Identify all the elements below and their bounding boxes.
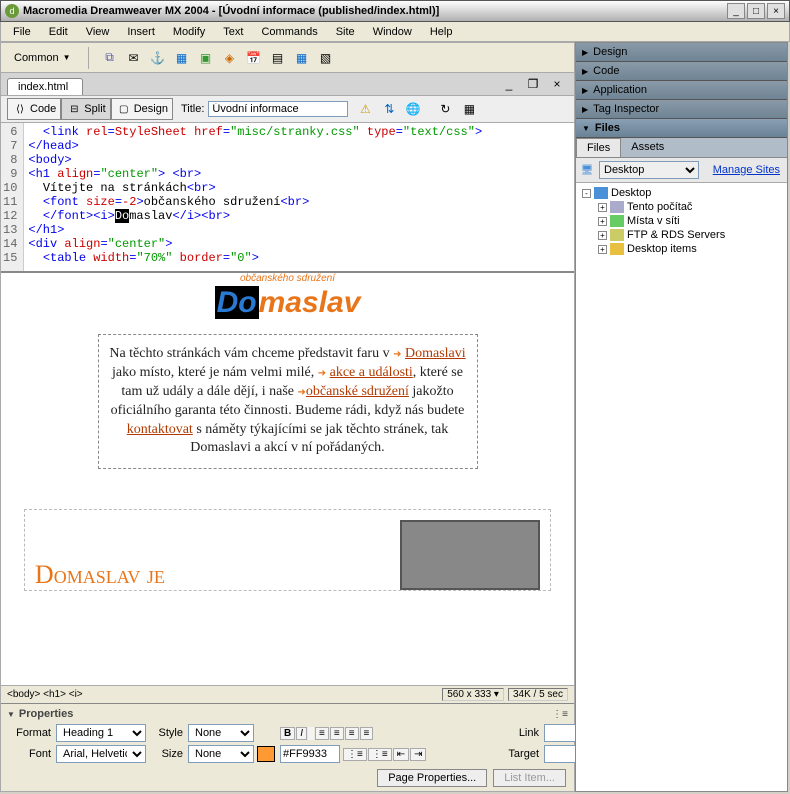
font-label: Font bbox=[7, 748, 53, 760]
panel-tag-inspector[interactable]: ▶Tag Inspector bbox=[576, 100, 787, 119]
comment-icon[interactable]: ▤ bbox=[267, 47, 289, 69]
title-label: Title: bbox=[181, 103, 204, 115]
view-options-icon[interactable]: ▦ bbox=[458, 98, 480, 120]
menu-modify[interactable]: Modify bbox=[165, 24, 213, 40]
menubar: FileEditViewInsertModifyTextCommandsSite… bbox=[0, 22, 790, 42]
link-events[interactable]: akce a události bbox=[330, 365, 413, 380]
titlebar: d Macromedia Dreamweaver MX 2004 - [Úvod… bbox=[0, 0, 790, 22]
app-icon: d bbox=[5, 4, 19, 18]
maximize-button[interactable]: □ bbox=[747, 3, 765, 19]
document-toolbar: ⟨⟩Code ⊟Split ▢Design Title: ⚠ ⇅ 🌐 ↻ ▦ bbox=[1, 95, 574, 123]
menu-file[interactable]: File bbox=[5, 24, 39, 40]
document-tab[interactable]: index.html bbox=[7, 78, 83, 95]
panel-code[interactable]: ▶Code bbox=[576, 62, 787, 81]
insert-category-dropdown[interactable]: Common▼ bbox=[7, 49, 78, 67]
panel-design[interactable]: ▶Design bbox=[576, 43, 787, 62]
list-indent-buttons[interactable]: ⋮≡⋮≡⇤⇥ bbox=[343, 748, 426, 761]
menu-help[interactable]: Help bbox=[422, 24, 461, 40]
format-label: Format bbox=[7, 727, 53, 739]
site-icon: 🖥 bbox=[579, 162, 595, 178]
menu-commands[interactable]: Commands bbox=[253, 24, 325, 40]
files-tab[interactable]: Files bbox=[576, 138, 621, 157]
menu-site[interactable]: Site bbox=[328, 24, 363, 40]
panel-application[interactable]: ▶Application bbox=[576, 81, 787, 100]
site-select[interactable]: Desktop bbox=[599, 161, 699, 179]
tag-selector[interactable]: <body> <h1> <i> bbox=[7, 689, 83, 700]
files-toolbar: 🖥 Desktop Manage Sites bbox=[576, 158, 787, 183]
menu-insert[interactable]: Insert bbox=[119, 24, 163, 40]
anchor-icon[interactable]: ⚓ bbox=[147, 47, 169, 69]
table-icon[interactable]: ▦ bbox=[171, 47, 193, 69]
link-domaslav[interactable]: Domaslavi bbox=[405, 346, 466, 361]
tree-item[interactable]: +FTP & RDS Servers bbox=[579, 228, 784, 242]
date-icon[interactable]: 📅 bbox=[243, 47, 265, 69]
panel-options-icon[interactable]: ⋮≡ bbox=[552, 709, 568, 720]
menu-edit[interactable]: Edit bbox=[41, 24, 76, 40]
status-size: 34K / 5 sec bbox=[508, 688, 568, 701]
hyperlink-icon[interactable]: ⧉ bbox=[99, 47, 121, 69]
templates-icon[interactable]: ▦ bbox=[291, 47, 313, 69]
size-select[interactable]: None bbox=[188, 745, 254, 763]
page-heading: Domaslav bbox=[1, 286, 574, 320]
link-label: Link bbox=[503, 727, 541, 739]
status-bar: <body> <h1> <i> 560 x 333 ▾ 34K / 5 sec bbox=[1, 685, 574, 703]
minimize-button[interactable]: _ bbox=[727, 3, 745, 19]
tree-item[interactable]: -Desktop bbox=[579, 186, 784, 200]
insert-toolbar: Common▼ ⧉ ✉ ⚓ ▦ ▣ ◈ 📅 ▤ ▦ ▧ bbox=[1, 43, 574, 73]
tag-chooser-icon[interactable]: ▧ bbox=[315, 47, 337, 69]
menu-window[interactable]: Window bbox=[365, 24, 420, 40]
design-pane[interactable]: občanského sdružení Domaslav Na těchto s… bbox=[1, 273, 574, 685]
tree-item[interactable]: +Tento počítač bbox=[579, 200, 784, 214]
check-browser-icon[interactable]: ⚠ bbox=[354, 98, 376, 120]
menu-view[interactable]: View bbox=[78, 24, 118, 40]
page-properties-button[interactable]: Page Properties... bbox=[377, 769, 487, 787]
manage-sites-link[interactable]: Manage Sites bbox=[713, 164, 780, 176]
color-swatch[interactable] bbox=[257, 746, 275, 762]
menu-text[interactable]: Text bbox=[215, 24, 251, 40]
file-mgmt-icon[interactable]: ⇅ bbox=[378, 98, 400, 120]
document-tabbar: index.html _ ❐ × bbox=[1, 73, 574, 95]
title-text: Macromedia Dreamweaver MX 2004 - [Úvodní… bbox=[23, 5, 727, 17]
faint-heading: Domaslav je bbox=[35, 560, 165, 590]
tree-item[interactable]: +Místa v síti bbox=[579, 214, 784, 228]
photo-placeholder bbox=[400, 520, 540, 590]
lower-section: Domaslav je bbox=[24, 509, 551, 591]
list-item-button: List Item... bbox=[493, 769, 566, 787]
media-icon[interactable]: ◈ bbox=[219, 47, 241, 69]
assets-tab[interactable]: Assets bbox=[621, 138, 674, 157]
link-association[interactable]: občanské sdružení bbox=[306, 384, 409, 399]
doc-minimize-button[interactable]: _ bbox=[498, 73, 520, 95]
link-contact[interactable]: kontaktovat bbox=[127, 422, 193, 437]
doc-restore-button[interactable]: ❐ bbox=[522, 73, 544, 95]
properties-title[interactable]: Properties bbox=[19, 708, 73, 720]
preview-icon[interactable]: 🌐 bbox=[402, 98, 424, 120]
font-select[interactable]: Arial, Helvetica bbox=[56, 745, 146, 763]
style-select[interactable]: None bbox=[188, 724, 254, 742]
file-tree[interactable]: -Desktop+Tento počítač+Místa v síti+FTP … bbox=[576, 183, 787, 791]
email-icon[interactable]: ✉ bbox=[123, 47, 145, 69]
refresh-icon[interactable]: ↻ bbox=[434, 98, 456, 120]
format-select[interactable]: Heading 1 bbox=[56, 724, 146, 742]
size-label: Size bbox=[149, 748, 185, 760]
panel-files[interactable]: ▼Files bbox=[576, 119, 787, 138]
target-label: Target bbox=[503, 748, 541, 760]
text-format-buttons[interactable]: BI≡≡≡≡ bbox=[280, 727, 500, 740]
properties-panel: ▼Properties ⋮≡ Format Heading 1 Style No… bbox=[1, 703, 574, 791]
title-input[interactable] bbox=[208, 101, 348, 117]
tree-item[interactable]: +Desktop items bbox=[579, 242, 784, 256]
image-icon[interactable]: ▣ bbox=[195, 47, 217, 69]
code-pane[interactable]: 6789101112131415 <link rel=StyleSheet hr… bbox=[1, 123, 574, 273]
close-button[interactable]: × bbox=[767, 3, 785, 19]
doc-close-button[interactable]: × bbox=[546, 73, 568, 95]
right-panel-group: ▶Design▶Code▶Application▶Tag Inspector▼F… bbox=[575, 42, 788, 792]
subtitle-text: občanského sdružení bbox=[1, 273, 574, 284]
color-input[interactable] bbox=[280, 745, 340, 763]
style-label: Style bbox=[149, 727, 185, 739]
intro-paragraph: Na těchto stránkách vám chceme představi… bbox=[98, 334, 478, 469]
status-dimensions[interactable]: 560 x 333 ▾ bbox=[442, 688, 504, 701]
files-tabs: Files Assets bbox=[576, 138, 787, 158]
design-view-button[interactable]: ▢Design bbox=[111, 98, 173, 120]
code-view-button[interactable]: ⟨⟩Code bbox=[7, 98, 61, 120]
split-view-button[interactable]: ⊟Split bbox=[61, 98, 110, 120]
